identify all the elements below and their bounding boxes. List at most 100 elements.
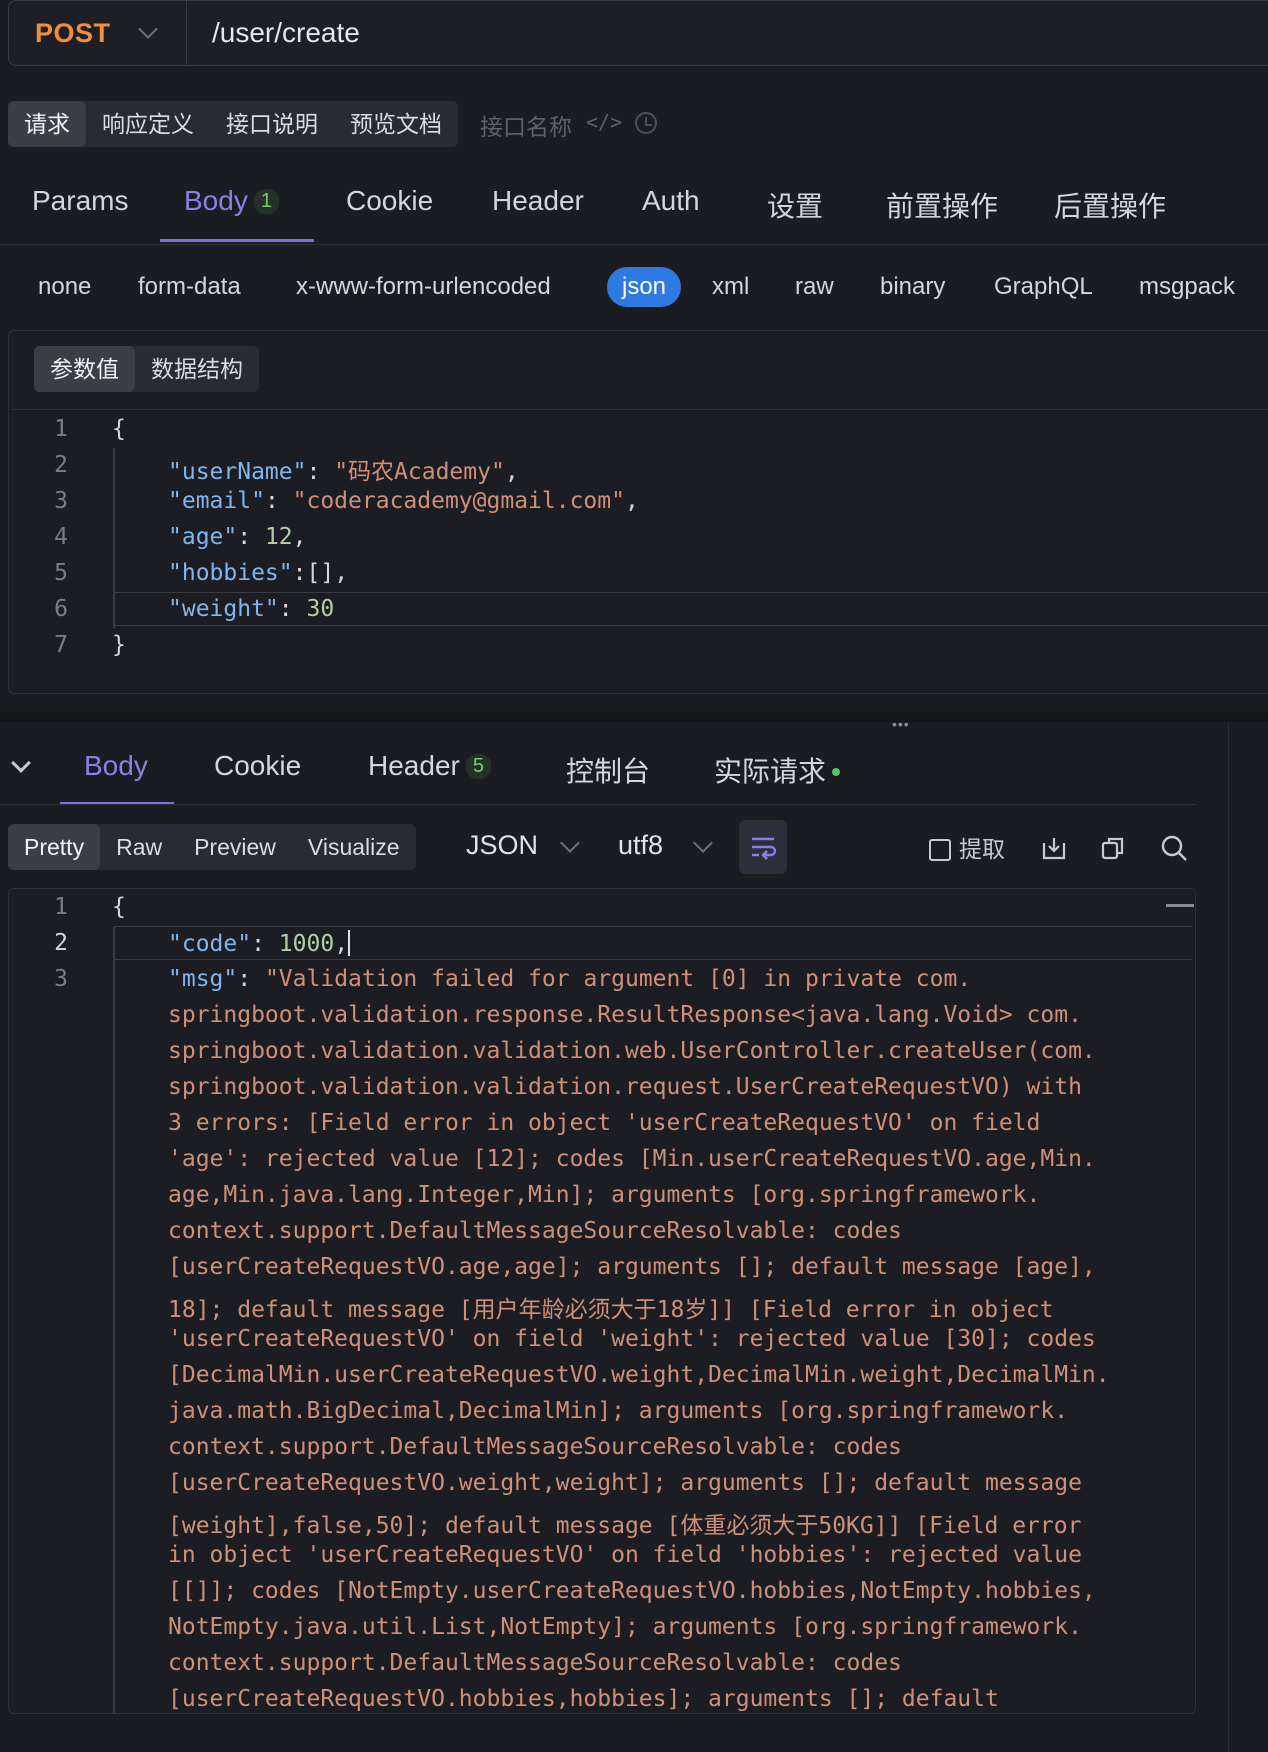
- msg-wrapped-line: in object 'userCreateRequestVO' on field…: [168, 1542, 1082, 1568]
- tab-preview-doc[interactable]: 预览文档: [334, 101, 458, 147]
- extract-button[interactable]: 提取: [929, 830, 1005, 864]
- wrap-icon: [752, 837, 777, 860]
- chevron-down-icon: [693, 833, 713, 853]
- format-pretty[interactable]: Pretty: [8, 824, 101, 870]
- body-type-raw[interactable]: raw: [795, 273, 834, 301]
- search-icon[interactable]: [1160, 834, 1188, 867]
- method-label: POST: [35, 17, 111, 48]
- code-line: }: [112, 632, 126, 658]
- body-type-urlencoded[interactable]: x-www-form-urlencoded: [296, 273, 551, 301]
- tab-response-definition[interactable]: 响应定义: [86, 101, 210, 147]
- format-select-value: JSON: [466, 830, 539, 860]
- tab-request[interactable]: 请求: [8, 101, 86, 147]
- code-line: "code": 1000,: [168, 930, 351, 957]
- history-icon[interactable]: [635, 112, 657, 134]
- msg-wrapped-line: [userCreateRequestVO.hobbies,hobbies]; a…: [168, 1686, 999, 1712]
- divider: [0, 804, 1196, 805]
- request-tabs: Params Body 1 Cookie Header Auth 设置 前置操作 …: [0, 160, 1268, 245]
- msg-wrapped-line: context.support.DefaultMessageSourceReso…: [168, 1650, 902, 1676]
- url-input[interactable]: /user/create: [212, 17, 360, 49]
- resp-tab-actual-request[interactable]: 实际请求: [714, 750, 841, 790]
- resp-tab-cookie[interactable]: Cookie: [214, 750, 301, 782]
- msg-wrapped-line: [userCreateRequestVO.weight,weight]; arg…: [168, 1470, 1082, 1496]
- word-wrap-button[interactable]: [739, 820, 787, 874]
- msg-wrapped-line: [[]]; codes [NotEmpty.userCreateRequestV…: [168, 1578, 1096, 1604]
- api-name-input[interactable]: 接口名称: [480, 108, 572, 142]
- active-tab-indicator: [160, 239, 314, 242]
- format-raw[interactable]: Raw: [100, 824, 178, 870]
- tab-param-values[interactable]: 参数值: [34, 346, 135, 392]
- format-select[interactable]: JSON: [466, 830, 538, 861]
- copy-icon[interactable]: [1100, 835, 1126, 866]
- msg-wrapped-line: [weight],false,50]; default message [体重必…: [168, 1513, 1082, 1539]
- json-value: "码农Academy": [334, 459, 505, 485]
- msg-wrapped-line: 'userCreateRequestVO' on field 'weight':…: [168, 1326, 1096, 1352]
- code-line: "email": "coderacademy@gmail.com",: [168, 488, 639, 514]
- msg-wrapped-line: NotEmpty.java.util.List,NotEmpty]; argum…: [168, 1614, 1082, 1640]
- json-value: "coderacademy@gmail.com": [292, 488, 625, 514]
- resp-tab-actual-label: 实际请求: [714, 756, 827, 787]
- brace: }: [112, 632, 126, 658]
- code-line: "msg": "Validation failed for argument […: [168, 966, 972, 992]
- msg-wrapped-line: springboot.validation.validation.request…: [168, 1074, 1082, 1100]
- json-value: 12: [264, 524, 293, 550]
- body-view-tabs: 参数值 数据结构: [34, 346, 259, 392]
- json-key: "userName": [168, 459, 307, 485]
- encoding-select[interactable]: utf8: [618, 830, 663, 861]
- line-number: 1: [54, 894, 68, 920]
- resp-tab-header[interactable]: Header 5: [368, 750, 491, 782]
- json-value: 1000: [278, 931, 335, 957]
- tab-data-structure[interactable]: 数据结构: [135, 346, 259, 392]
- tab-body-label: Body: [184, 185, 248, 216]
- code-line: "hobbies":[],: [168, 560, 349, 586]
- msg-wrapped-line: 3 errors: [Field error in object 'userCr…: [168, 1110, 1041, 1136]
- body-type-graphql[interactable]: GraphQL: [994, 273, 1093, 301]
- body-type-xml[interactable]: xml: [712, 273, 749, 301]
- tab-body[interactable]: Body 1: [184, 185, 279, 217]
- tab-api-description[interactable]: 接口说明: [210, 101, 334, 147]
- resp-tab-body[interactable]: Body: [84, 750, 148, 782]
- drag-handle-icon[interactable]: •••: [892, 716, 910, 732]
- tab-cookie[interactable]: Cookie: [346, 185, 433, 217]
- body-type-binary[interactable]: binary: [880, 273, 945, 301]
- line-number: 5: [54, 560, 68, 586]
- indent-guide: [113, 927, 115, 1713]
- body-type-msgpack[interactable]: msgpack: [1139, 273, 1235, 301]
- tab-pre-operations[interactable]: 前置操作: [886, 185, 998, 225]
- msg-wrapped-line: [userCreateRequestVO.age,age]; arguments…: [168, 1254, 1096, 1280]
- resp-tab-console[interactable]: 控制台: [566, 750, 650, 790]
- msg-wrapped-line: 18]; default message [用户年龄必须大于18岁]] [Fie…: [168, 1297, 1054, 1323]
- tab-header[interactable]: Header: [492, 185, 584, 217]
- tab-auth[interactable]: Auth: [642, 185, 700, 217]
- tab-params[interactable]: Params: [32, 185, 128, 217]
- text-cursor: [348, 930, 351, 956]
- line-number: 1: [54, 416, 68, 442]
- msg-wrapped-line: context.support.DefaultMessageSourceReso…: [168, 1218, 902, 1244]
- msg-wrapped-line: 'age': rejected value [12]; codes [Min.u…: [168, 1146, 1096, 1172]
- code-icon[interactable]: </>: [586, 110, 622, 134]
- status-dot: [832, 768, 841, 776]
- save-icon[interactable]: [1041, 835, 1067, 866]
- body-type-json[interactable]: json: [607, 267, 682, 307]
- collapse-chevron-icon[interactable]: [11, 753, 31, 773]
- body-type-none[interactable]: none: [38, 273, 91, 301]
- code-line: {: [112, 416, 126, 442]
- side-divider: [1228, 722, 1229, 1752]
- code-line: "userName": "码农Academy",: [168, 459, 519, 485]
- divider: [10, 409, 1268, 410]
- tab-post-operations[interactable]: 后置操作: [1054, 185, 1166, 225]
- extract-label: 提取: [959, 836, 1005, 862]
- scrollbar[interactable]: [1166, 904, 1194, 907]
- encoding-select-value: utf8: [618, 830, 664, 860]
- format-visualize[interactable]: Visualize: [292, 824, 416, 870]
- body-count-badge: 1: [253, 189, 279, 214]
- json-value: "Validation failed for argument [0] in p…: [264, 966, 972, 992]
- body-type-form-data[interactable]: form-data: [138, 273, 241, 301]
- json-key: "email": [168, 488, 265, 514]
- tab-settings[interactable]: 设置: [767, 185, 823, 225]
- panel-splitter[interactable]: [0, 712, 1268, 722]
- json-key: "hobbies": [168, 560, 293, 586]
- msg-wrapped-line: springboot.validation.response.ResultRes…: [168, 1002, 1082, 1028]
- method-select[interactable]: POST: [9, 1, 187, 65]
- format-preview[interactable]: Preview: [178, 824, 292, 870]
